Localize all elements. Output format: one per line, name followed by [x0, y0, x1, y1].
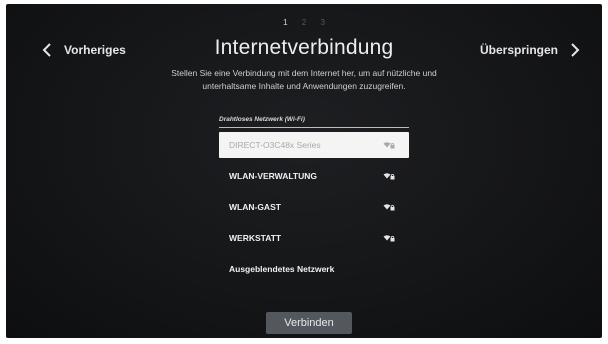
network-list: DIRECT-O3C48x Series WLAN-VERWALTUNG WLA… — [219, 132, 409, 287]
step-1: 1 — [283, 18, 288, 27]
network-name: WERKSTATT — [229, 233, 282, 243]
step-2: 2 — [301, 18, 307, 27]
chevron-right-icon — [571, 43, 580, 57]
subtitle-line-1: Stellen Sie eine Verbindung mit dem Inte… — [171, 68, 437, 78]
network-name: WLAN-GAST — [229, 202, 281, 212]
network-name: WLAN-VERWALTUNG — [229, 171, 317, 181]
network-name: DIRECT-O3C48x Series — [229, 140, 321, 150]
connect-button[interactable]: Verbinden — [266, 312, 352, 334]
step-3: 3 — [320, 18, 325, 27]
network-name: Ausgeblendetes Netzwerk — [229, 264, 335, 274]
step-indicator: 1 2 3 — [6, 18, 602, 27]
tv-screen: 1 2 3 Vorheriges Internetverbindung Über… — [6, 4, 602, 338]
network-item-wlan-verwaltung[interactable]: WLAN-VERWALTUNG — [219, 163, 409, 189]
skip-label: Überspringen — [479, 43, 558, 57]
network-item-direct[interactable]: DIRECT-O3C48x Series — [219, 132, 409, 158]
page-subtitle: Stellen Sie eine Verbindung mit dem Inte… — [126, 67, 482, 93]
skip-button[interactable]: Überspringen — [480, 42, 582, 58]
subtitle-line-2: unterhaltsame Inhalte und Anwendungen zu… — [202, 81, 406, 91]
network-item-wlan-gast[interactable]: WLAN-GAST — [219, 194, 409, 220]
wifi-list-header: Drahtloses Netzwerk (Wi-Fi) — [219, 116, 409, 128]
network-item-werkstatt[interactable]: WERKSTATT — [219, 225, 409, 251]
wifi-lock-icon — [383, 204, 395, 211]
wifi-lock-icon — [383, 235, 395, 242]
network-item-hidden[interactable]: Ausgeblendetes Netzwerk — [219, 256, 409, 282]
wifi-lock-icon — [383, 142, 395, 149]
wifi-lock-icon — [383, 173, 395, 180]
